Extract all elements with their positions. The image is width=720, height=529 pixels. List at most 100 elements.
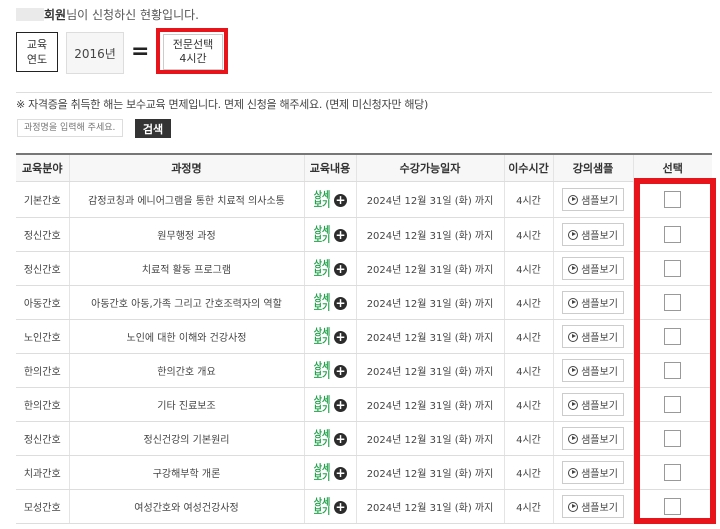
table-row: 노인간호 노인에 대한 이해와 건강사정 상세 보기 +2024년 12월 31일 (… xyxy=(16,319,712,354)
detail-button[interactable]: 상세 보기 + xyxy=(313,190,347,210)
hours-cell: 4시간 xyxy=(503,353,553,388)
select-checkbox[interactable] xyxy=(664,464,682,481)
sample-label: 샘플보기 xyxy=(581,435,618,446)
select-checkbox[interactable] xyxy=(664,498,682,515)
field-cell: 아동간호 xyxy=(16,285,69,320)
column-header: 이수시간 xyxy=(503,153,553,182)
sample-cell: 샘플보기 xyxy=(552,421,633,456)
select-cell xyxy=(632,421,712,456)
course-name-cell: 한의간호 개요 xyxy=(68,353,304,388)
play-icon xyxy=(568,194,579,205)
date-cell: 2024년 12월 31일 (화) 까지 xyxy=(355,455,504,490)
detail-cell: 상세 보기 + xyxy=(303,489,356,524)
sample-cell: 샘플보기 xyxy=(552,455,633,490)
hours-cell: 4시간 xyxy=(503,421,553,456)
select-checkbox[interactable] xyxy=(664,294,682,311)
detail-label: 상세 보기 xyxy=(313,259,331,279)
hours-cell: 4시간 xyxy=(503,319,553,354)
course-table: 교육분야 과정명 교육내용 수강가능일자 이수시간 강의샘플 선택 기본간호 감정코칭과 에니… xyxy=(16,153,712,524)
detail-button[interactable]: 상세 보기 + xyxy=(313,464,347,483)
table-row: 정신간호 정신건강의 기본원리 상세 보기 +2024년 12월 31일 (화) 까지… xyxy=(16,421,712,456)
detail-button[interactable]: 상세 보기 + xyxy=(313,226,347,245)
detail-button[interactable]: 상세 보기 + xyxy=(313,259,347,279)
plus-icon: + xyxy=(334,500,347,514)
course-name-cell: 여성간호와 여성건강사정 xyxy=(68,489,304,524)
play-icon xyxy=(568,297,579,308)
sample-button[interactable]: 샘플보기 xyxy=(562,427,624,450)
sample-button[interactable]: 샘플보기 xyxy=(562,325,624,348)
year-label-text: 교육 연도 xyxy=(26,38,48,66)
date-cell: 2024년 12월 31일 (화) 까지 xyxy=(355,489,504,524)
greeting-text: 님이 신청하신 현황입니다. xyxy=(66,8,199,22)
select-checkbox[interactable] xyxy=(664,328,682,345)
select-checkbox[interactable] xyxy=(664,260,682,277)
sample-button[interactable]: 샘플보기 xyxy=(562,188,624,211)
sample-button[interactable]: 샘플보기 xyxy=(562,393,624,416)
sample-button[interactable]: 샘플보기 xyxy=(562,461,624,484)
select-cell xyxy=(632,489,712,524)
date-cell: 2024년 12월 31일 (화) 까지 xyxy=(355,181,504,218)
detail-button[interactable]: 상세 보기 + xyxy=(313,361,347,381)
detail-label: 상세 보기 xyxy=(313,190,331,210)
select-cell xyxy=(632,285,712,320)
detail-button[interactable]: 상세 보기 + xyxy=(313,328,347,347)
search-input[interactable] xyxy=(17,119,123,137)
hours-cell: 4시간 xyxy=(503,217,553,252)
sample-button[interactable]: 샘플보기 xyxy=(562,359,624,382)
detail-cell: 상세 보기 + xyxy=(303,387,356,422)
detail-cell: 상세 보기 + xyxy=(303,353,356,388)
plus-icon: + xyxy=(334,330,347,344)
field-cell: 기본간호 xyxy=(16,181,69,218)
date-cell: 2024년 12월 31일 (화) 까지 xyxy=(355,285,504,320)
divider xyxy=(16,92,712,93)
course-name-cell: 아동간호 아동,가족 그리고 간호조력자의 역할 xyxy=(68,285,304,320)
table-row: 정신간호 원무행정 과정 상세 보기 +2024년 12월 31일 (화) 까지 4시간… xyxy=(16,217,712,252)
course-name-cell: 치료적 활동 프로그램 xyxy=(68,251,304,286)
sample-label: 샘플보기 xyxy=(581,367,618,378)
search-button[interactable]: 검색 xyxy=(135,119,171,138)
date-cell: 2024년 12월 31일 (화) 까지 xyxy=(355,319,504,354)
detail-label: 상세 보기 xyxy=(313,361,331,381)
select-checkbox[interactable] xyxy=(664,396,682,413)
select-cell xyxy=(632,455,712,490)
field-cell: 정신간호 xyxy=(16,251,69,286)
sample-button[interactable]: 샘플보기 xyxy=(562,223,624,246)
field-cell: 치과간호 xyxy=(16,455,69,490)
detail-button[interactable]: 상세 보기 + xyxy=(313,396,347,415)
sample-label: 샘플보기 xyxy=(581,231,618,242)
plus-icon: + xyxy=(334,228,347,242)
year-label: 교육 연도 xyxy=(16,32,58,72)
selection-hours: 4시간 xyxy=(179,52,207,65)
plus-icon: + xyxy=(334,262,347,276)
sample-label: 샘플보기 xyxy=(581,503,618,514)
table-header-row: 교육분야 과정명 교육내용 수강가능일자 이수시간 강의샘플 선택 xyxy=(16,153,712,182)
select-checkbox[interactable] xyxy=(664,362,682,379)
detail-button[interactable]: 상세 보기 + xyxy=(313,294,347,313)
detail-button[interactable]: 상세 보기 + xyxy=(313,430,347,449)
date-cell: 2024년 12월 31일 (화) 까지 xyxy=(355,251,504,286)
course-name-cell: 정신건강의 기본원리 xyxy=(68,421,304,456)
detail-cell: 상세 보기 + xyxy=(303,455,356,490)
plus-icon: + xyxy=(334,364,347,378)
column-header: 교육내용 xyxy=(303,153,356,182)
detail-label: 상세 보기 xyxy=(313,497,331,517)
select-checkbox[interactable] xyxy=(664,430,682,447)
selection-type: 전문선택 xyxy=(172,38,214,51)
sample-label: 샘플보기 xyxy=(581,401,618,412)
select-cell xyxy=(632,387,712,422)
detail-button[interactable]: 상세 보기 + xyxy=(313,497,347,517)
sample-button[interactable]: 샘플보기 xyxy=(562,257,624,280)
select-checkbox[interactable] xyxy=(664,226,682,243)
sample-cell: 샘플보기 xyxy=(552,353,633,388)
hours-cell: 4시간 xyxy=(503,251,553,286)
select-cell xyxy=(632,319,712,354)
sample-button[interactable]: 샘플보기 xyxy=(562,495,624,518)
select-cell xyxy=(632,217,712,252)
masked-username xyxy=(16,8,44,21)
sample-button[interactable]: 샘플보기 xyxy=(562,291,624,314)
select-checkbox[interactable] xyxy=(664,191,682,208)
table-row: 기본간호 감정코칭과 에니어그램을 통한 치료적 의사소통 상세 보기 + 2024년 … xyxy=(16,181,712,218)
course-name-cell: 감정코칭과 에니어그램을 통한 치료적 의사소통 xyxy=(68,181,304,218)
course-name-cell: 구강해부학 개론 xyxy=(68,455,304,490)
detail-cell: 상세 보기 + xyxy=(303,251,356,286)
